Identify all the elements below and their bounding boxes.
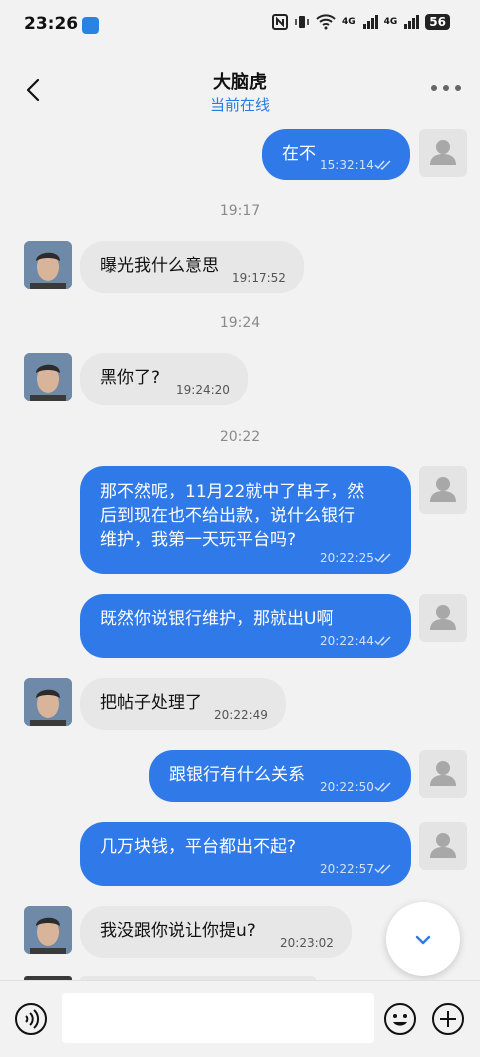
time-divider: 19:24 xyxy=(219,315,261,331)
network-type-1: 4G xyxy=(341,17,356,27)
avatar[interactable] xyxy=(419,594,467,642)
more-icon[interactable] xyxy=(430,78,462,98)
status-bar: 23:26 4G 4G 56 xyxy=(0,0,480,52)
message-time: 19:17:52 xyxy=(232,271,286,285)
message-text: 把帖子处理了 xyxy=(100,693,202,713)
message-text-line: 维护，我第一天玩平台吗? xyxy=(100,530,297,550)
user-icon xyxy=(430,833,456,858)
message-text-line: 那不然呢，11月22就中了串子，然 xyxy=(100,482,365,502)
time-divider: 20:22 xyxy=(219,429,261,445)
avatar[interactable] xyxy=(24,906,72,954)
read-check-icon xyxy=(374,553,391,563)
emoji-icon[interactable] xyxy=(383,1002,417,1036)
person-photo-icon xyxy=(24,678,72,726)
contact-name: 大脑虎 xyxy=(213,72,267,93)
message-text: 黑你了? xyxy=(100,368,161,388)
message-time: 20:22:44 xyxy=(320,634,374,648)
message-bubble[interactable]: 在不 xyxy=(262,129,410,180)
add-icon[interactable] xyxy=(431,1002,465,1036)
message-bubble[interactable]: 跟银行有什么关系 xyxy=(149,750,411,802)
app-icon xyxy=(82,17,99,34)
vibrate-icon xyxy=(295,16,309,28)
message-bubble[interactable]: 把帖子处理了 xyxy=(80,678,286,730)
message-bubble[interactable]: 几万块钱，平台都出不起? xyxy=(80,822,411,886)
message-text: 几万块钱，平台都出不起? xyxy=(100,837,297,857)
user-icon xyxy=(430,761,456,786)
message-bubble[interactable]: 既然你说银行维护，那就出U啊 xyxy=(80,594,411,658)
signal-icon xyxy=(404,15,420,29)
voice-icon[interactable] xyxy=(14,1002,48,1036)
input-bar xyxy=(0,980,480,1057)
user-icon xyxy=(430,140,456,165)
message-text: 在不 xyxy=(282,144,316,164)
message-text: 曝光我什么意思 xyxy=(100,256,219,276)
user-icon xyxy=(430,605,456,630)
chat-header: 大脑虎 当前在线 xyxy=(0,52,480,126)
message-text-line: 后到现在也不给出款，说什么银行 xyxy=(100,506,355,526)
signal-icon xyxy=(362,15,378,29)
message-text: 既然你说银行维护，那就出U啊 xyxy=(100,609,334,629)
message-time: 19:24:20 xyxy=(176,383,230,397)
avatar[interactable] xyxy=(419,822,467,870)
time-divider: 19:17 xyxy=(219,203,261,219)
status-icons: 4G 4G 56 xyxy=(271,14,450,30)
online-status: 当前在线 xyxy=(209,96,270,114)
message-time: 20:22:49 xyxy=(214,708,268,722)
read-check-icon xyxy=(374,636,391,646)
read-check-icon xyxy=(374,160,391,170)
battery-icon: 56 xyxy=(425,14,450,30)
wifi-icon xyxy=(316,14,336,30)
person-photo-icon xyxy=(24,241,72,289)
avatar[interactable] xyxy=(24,678,72,726)
read-check-icon xyxy=(374,782,391,792)
avatar[interactable] xyxy=(24,353,72,401)
user-icon xyxy=(430,477,456,502)
message-time: 20:22:25 xyxy=(320,551,374,565)
message-time: 15:32:14 xyxy=(320,158,374,172)
scroll-to-bottom-button[interactable] xyxy=(386,902,460,976)
message-time: 20:23:02 xyxy=(280,936,334,950)
read-check-icon xyxy=(374,864,391,874)
message-bubble[interactable]: 黑你了? xyxy=(80,353,248,405)
avatar[interactable] xyxy=(419,466,467,514)
message-text: 跟银行有什么关系 xyxy=(169,765,305,785)
person-photo-icon xyxy=(24,353,72,401)
avatar[interactable] xyxy=(419,129,467,177)
status-time: 23:26 xyxy=(24,14,79,34)
message-time: 20:22:50 xyxy=(320,780,374,794)
message-text: 我没跟你说让你提u? xyxy=(100,921,256,941)
message-time: 20:22:57 xyxy=(320,862,374,876)
person-photo-icon xyxy=(24,906,72,954)
network-type-2: 4G xyxy=(383,17,398,27)
nfc-icon xyxy=(271,14,288,30)
avatar[interactable] xyxy=(419,750,467,798)
message-bubble[interactable]: 曝光我什么意思 xyxy=(80,241,304,293)
avatar[interactable] xyxy=(24,241,72,289)
message-input[interactable] xyxy=(62,993,374,1043)
message-bubble[interactable]: 我没跟你说让你提u? xyxy=(80,906,352,958)
chevron-down-icon xyxy=(415,935,431,945)
